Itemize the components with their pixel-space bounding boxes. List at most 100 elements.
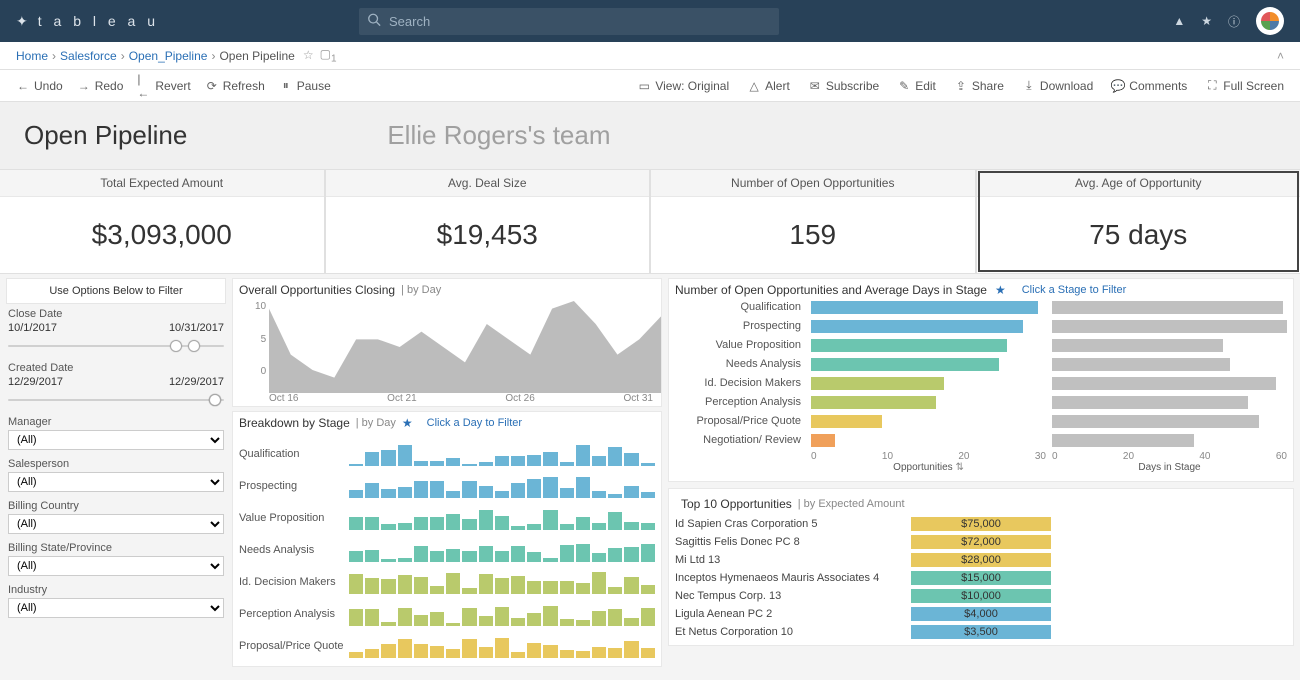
breakdown-sub: | by Day bbox=[356, 417, 396, 429]
overall-sub: | by Day bbox=[401, 284, 441, 296]
created-date-slider[interactable] bbox=[8, 392, 224, 408]
top10-row[interactable]: Et Netus Corporation 10 $3,500 bbox=[675, 623, 1287, 641]
hbar-row[interactable]: Prospecting bbox=[675, 317, 1287, 335]
top10-row[interactable]: Sagittis Felis Donec PC 8 $72,000 bbox=[675, 533, 1287, 551]
x-tick: Oct 26 bbox=[505, 393, 534, 404]
breakdown-hint[interactable]: Click a Day to Filter bbox=[427, 417, 522, 429]
opportunity-name: Id Sapien Cras Corporation 5 bbox=[675, 518, 911, 530]
filter-select[interactable]: (All) bbox=[8, 556, 224, 576]
stage-row[interactable]: Proposal/Price Quote bbox=[239, 630, 655, 662]
oppstage-hint[interactable]: Click a Stage to Filter bbox=[1022, 284, 1127, 296]
hbar-row[interactable]: Id. Decision Makers bbox=[675, 374, 1287, 392]
top10-row[interactable]: Inceptos Hymenaeos Mauris Associates 4 $… bbox=[675, 569, 1287, 587]
kpi-card[interactable]: Total Expected Amount$3,093,000 bbox=[0, 170, 324, 273]
star-icon[interactable]: ★ bbox=[1201, 14, 1212, 28]
alert-button[interactable]: △Alert bbox=[747, 79, 790, 93]
x-tick: Oct 31 bbox=[624, 393, 653, 404]
kpi-card[interactable]: Avg. Deal Size$19,453 bbox=[326, 170, 650, 273]
revert-button[interactable]: |←Revert bbox=[137, 79, 190, 93]
download-button[interactable]: ⤓Download bbox=[1022, 79, 1093, 93]
close-date-from: 10/1/2017 bbox=[8, 322, 57, 334]
slider-thumb-low[interactable] bbox=[170, 340, 182, 352]
avatar[interactable] bbox=[1256, 7, 1284, 35]
search-input[interactable] bbox=[359, 8, 779, 35]
hbar-label: Qualification bbox=[675, 301, 805, 313]
stage-label: Needs Analysis bbox=[239, 544, 349, 556]
filter-select[interactable]: (All) bbox=[8, 430, 224, 450]
filter-select[interactable]: (All) bbox=[8, 514, 224, 534]
collapse-panel-icon[interactable]: ˄ bbox=[1277, 49, 1284, 63]
info-icon[interactable]: ⓘ bbox=[1228, 13, 1240, 30]
kpi-value: 159 bbox=[651, 197, 975, 273]
kpi-card[interactable]: Number of Open Opportunities159 bbox=[651, 170, 975, 273]
close-date-to: 10/31/2017 bbox=[169, 322, 224, 334]
stage-row[interactable]: Needs Analysis bbox=[239, 534, 655, 566]
search-container bbox=[359, 8, 779, 35]
fullscreen-icon: ⛶ bbox=[1205, 79, 1219, 93]
undo-button[interactable]: ←Undo bbox=[16, 79, 63, 93]
filter-label: Billing Country bbox=[8, 500, 224, 512]
hbar-label: Perception Analysis bbox=[675, 396, 805, 408]
view-button[interactable]: ▭View: Original bbox=[637, 79, 729, 93]
refresh-button[interactable]: ⟳Refresh bbox=[205, 79, 265, 93]
stage-label: Qualification bbox=[239, 448, 349, 460]
breadcrumb-item: Open Pipeline bbox=[219, 49, 294, 63]
opportunity-name: Inceptos Hymenaeos Mauris Associates 4 bbox=[675, 572, 911, 584]
brand-text: t a b l e a u bbox=[38, 13, 159, 29]
created-date-label: Created Date bbox=[8, 362, 224, 374]
breadcrumb-item[interactable]: Home bbox=[16, 49, 48, 63]
axis-title: Opportunities bbox=[893, 462, 952, 473]
axis-tick: 0 bbox=[1052, 451, 1058, 462]
slider-thumb-high[interactable] bbox=[209, 394, 221, 406]
middle-column: Overall Opportunities Closing | by Day 1… bbox=[232, 278, 662, 671]
filters-title: Use Options Below to Filter bbox=[6, 278, 226, 304]
stage-row[interactable]: Value Proposition bbox=[239, 502, 655, 534]
download-icon: ⤓ bbox=[1022, 79, 1036, 93]
redo-button[interactable]: →Redo bbox=[77, 79, 124, 93]
breakdown-title: Breakdown by Stage bbox=[239, 416, 350, 430]
opportunity-value: $15,000 bbox=[911, 571, 1051, 585]
sort-icon[interactable]: ⇅ bbox=[955, 462, 963, 473]
stage-row[interactable]: Id. Decision Makers bbox=[239, 566, 655, 598]
hbar-row[interactable]: Needs Analysis bbox=[675, 355, 1287, 373]
filter-select[interactable]: (All) bbox=[8, 472, 224, 492]
share-button[interactable]: ⇪Share bbox=[954, 79, 1004, 93]
breadcrumb-item[interactable]: Open_Pipeline bbox=[129, 49, 208, 63]
hbar-row[interactable]: Negotiation/ Review bbox=[675, 431, 1287, 449]
kpi-label: Total Expected Amount bbox=[0, 170, 324, 197]
comment-icon: 💬 bbox=[1111, 79, 1125, 93]
subscribe-button[interactable]: ✉Subscribe bbox=[808, 79, 879, 93]
comments-button[interactable]: 💬Comments bbox=[1111, 79, 1187, 93]
stage-row[interactable]: Perception Analysis bbox=[239, 598, 655, 630]
top10-row[interactable]: Nec Tempus Corp. 13 $10,000 bbox=[675, 587, 1287, 605]
top10-row[interactable]: Id Sapien Cras Corporation 5 $75,000 bbox=[675, 515, 1287, 533]
opportunity-name: Sagittis Felis Donec PC 8 bbox=[675, 536, 911, 548]
edit-button[interactable]: ✎Edit bbox=[897, 79, 936, 93]
favorite-outline-icon[interactable]: ☆ bbox=[303, 48, 314, 62]
stage-row[interactable]: Qualification bbox=[239, 438, 655, 470]
alert-icon[interactable]: ▲ bbox=[1173, 14, 1185, 28]
oppstage-title: Number of Open Opportunities and Average… bbox=[675, 283, 987, 297]
axis-tick: 20 bbox=[958, 451, 969, 462]
breadcrumb-item[interactable]: Salesforce bbox=[60, 49, 117, 63]
views-badge-icon[interactable]: ▢1 bbox=[320, 47, 337, 64]
hbar-row[interactable]: Proposal/Price Quote bbox=[675, 412, 1287, 430]
slider-thumb-high[interactable] bbox=[188, 340, 200, 352]
hbar-row[interactable]: Qualification bbox=[675, 298, 1287, 316]
stage-label: Perception Analysis bbox=[239, 608, 349, 620]
top10-row[interactable]: Ligula Aenean PC 2 $4,000 bbox=[675, 605, 1287, 623]
area-chart[interactable] bbox=[269, 301, 661, 393]
fullscreen-button[interactable]: ⛶Full Screen bbox=[1205, 79, 1284, 93]
close-date-slider[interactable] bbox=[8, 338, 224, 354]
kpi-card[interactable]: Avg. Age of Opportunity75 days bbox=[977, 170, 1300, 273]
hbar-row[interactable]: Perception Analysis bbox=[675, 393, 1287, 411]
opportunity-value: $4,000 bbox=[911, 607, 1051, 621]
filter-select[interactable]: (All) bbox=[8, 598, 224, 618]
hbar-row[interactable]: Value Proposition bbox=[675, 336, 1287, 354]
stage-row[interactable]: Prospecting bbox=[239, 470, 655, 502]
top10-row[interactable]: Mi Ltd 13 $28,000 bbox=[675, 551, 1287, 569]
hbar-label: Proposal/Price Quote bbox=[675, 415, 805, 427]
pause-button[interactable]: ⏸Pause bbox=[279, 79, 331, 93]
opportunity-value: $28,000 bbox=[911, 553, 1051, 567]
filter-label: Salesperson bbox=[8, 458, 224, 470]
